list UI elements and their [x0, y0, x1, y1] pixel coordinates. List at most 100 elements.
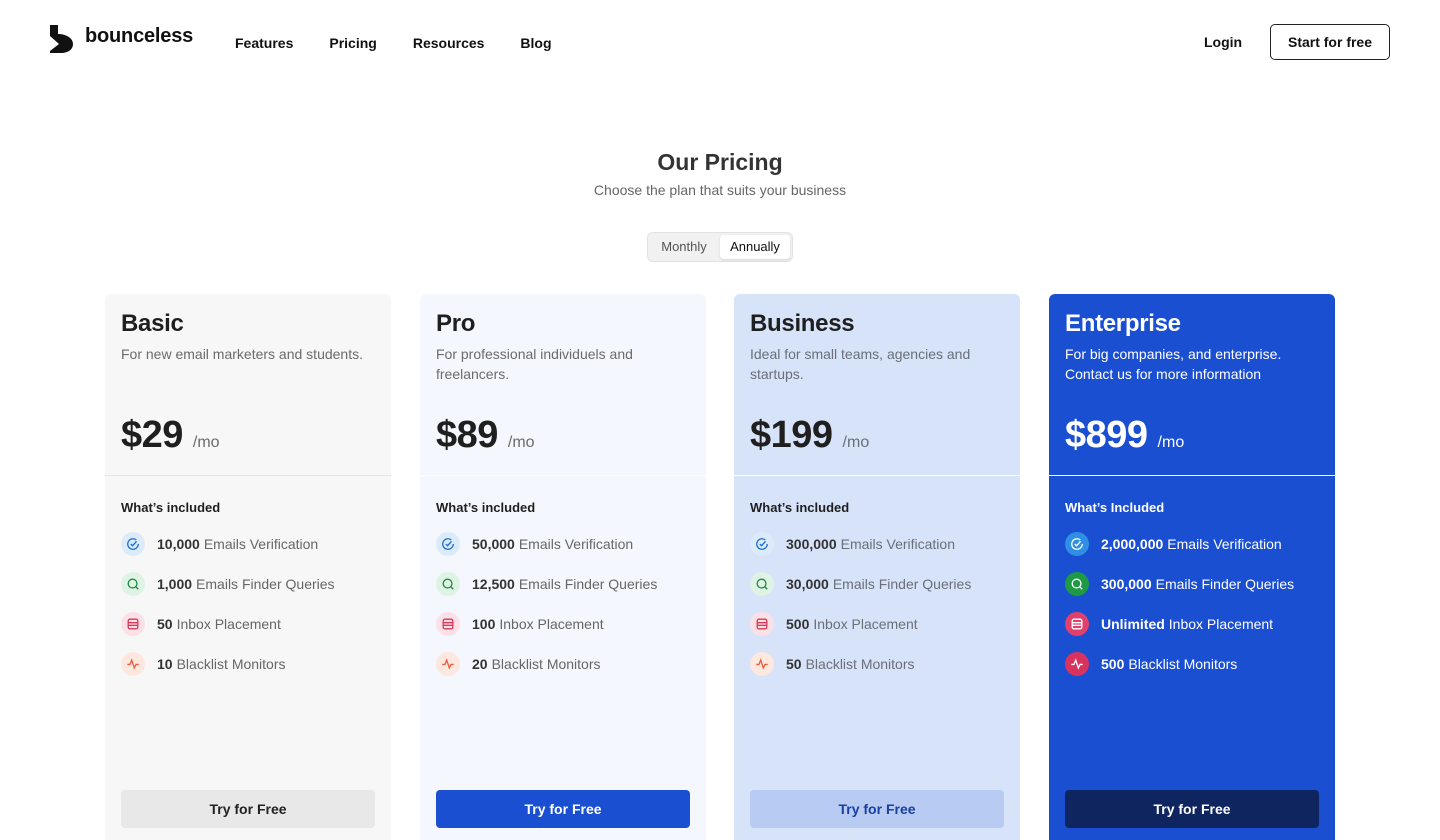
feature-item: 300,000 Emails Verification [750, 532, 1004, 556]
included-heading: What’s Included [1065, 500, 1165, 515]
feature-item: 30,000 Emails Finder Queries [750, 572, 1004, 596]
search-icon [750, 572, 774, 596]
feature-item: 50 Inbox Placement [121, 612, 375, 636]
page-subtitle: Choose the plan that suits your business [593, 182, 847, 198]
server-icon [436, 612, 460, 636]
feature-value: 300,000 [786, 536, 837, 552]
brand-logo[interactable]: bounceless [50, 25, 193, 53]
billing-toggle: Monthly Annually [647, 232, 793, 262]
server-icon [750, 612, 774, 636]
feature-value: 1,000 [157, 576, 193, 592]
brand-name: bounceless [85, 25, 194, 47]
feature-value: 100 [472, 616, 496, 632]
plan-period: /mo [1157, 434, 1185, 451]
feature-item: 50 Blacklist Monitors [750, 652, 1004, 676]
feature-label: Emails Verification [1167, 536, 1282, 552]
activity-icon [1065, 652, 1089, 676]
feature-item: 100 Inbox Placement [436, 612, 690, 636]
feature-label: Emails Finder Queries [832, 576, 972, 592]
feature-value: 10,000 [157, 536, 200, 552]
feature-item: Unlimited Inbox Placement [1065, 612, 1319, 636]
search-icon [121, 572, 145, 596]
check-circle-icon [436, 532, 460, 556]
plan-price: $29 [121, 414, 183, 456]
feature-value: 20 [472, 656, 488, 672]
feature-list: 2,000,000 Emails Verification 300,000 Em… [1049, 516, 1335, 676]
plan-header: Business Ideal for small teams, agencies… [734, 294, 1020, 476]
feature-value: 50 [786, 656, 802, 672]
plan-card-basic: Basic For new email marketers and studen… [105, 294, 391, 840]
plan-period: /mo [507, 434, 535, 451]
plan-card-pro: Pro For professional individuels and fre… [420, 294, 706, 840]
feature-value: 50 [157, 616, 173, 632]
plan-header: Basic For new email marketers and studen… [105, 294, 391, 476]
plan-description: Ideal for small teams, agencies and star… [750, 346, 971, 382]
plan-description: For professional individuels and freelan… [436, 346, 633, 382]
plan-price-row: $29 /mo [121, 413, 375, 457]
feature-value: 30,000 [786, 576, 829, 592]
try-for-free-button-enterprise[interactable]: Try for Free [1065, 790, 1319, 828]
feature-item: 50,000 Emails Verification [436, 532, 690, 556]
feature-item: 500 Inbox Placement [750, 612, 1004, 636]
feature-label: Inbox Placement [499, 616, 604, 632]
nav-resources[interactable]: Resources [413, 34, 485, 52]
feature-list: 50,000 Emails Verification 12,500 Emails… [420, 516, 706, 676]
feature-label: Blacklist Monitors [491, 656, 601, 672]
billing-annually-option[interactable]: Annually [720, 235, 790, 259]
try-for-free-button-pro[interactable]: Try for Free [436, 790, 690, 828]
plan-price: $199 [750, 414, 833, 456]
site-header: bounceless Features Pricing Resources Bl… [0, 0, 1440, 84]
feature-label: Emails Verification [518, 536, 634, 552]
feature-item: 20 Blacklist Monitors [436, 652, 690, 676]
plan-header: Enterprise For big companies, and enterp… [1049, 294, 1335, 476]
feature-value: 10 [157, 656, 173, 672]
plan-description: For new email marketers and students. [121, 346, 363, 362]
check-circle-icon [1065, 532, 1089, 556]
feature-item: 300,000 Emails Finder Queries [1065, 572, 1319, 596]
nav-blog[interactable]: Blog [520, 34, 551, 52]
plan-card-enterprise: Enterprise For big companies, and enterp… [1049, 294, 1335, 840]
feature-list: 10,000 Emails Verification 1,000 Emails … [105, 516, 391, 676]
plan-name: Pro [436, 310, 476, 337]
try-for-free-button-basic[interactable]: Try for Free [121, 790, 375, 828]
included-heading: What’s included [121, 500, 221, 515]
feature-label: Emails Finder Queries [196, 576, 335, 592]
search-icon [436, 572, 460, 596]
plan-header: Pro For professional individuels and fre… [420, 294, 706, 476]
plan-price: $89 [436, 414, 498, 456]
feature-value: 50,000 [472, 536, 515, 552]
plan-price-row: $899 /mo [1065, 413, 1319, 457]
plan-period: /mo [842, 434, 870, 451]
feature-value: 500 [786, 616, 810, 632]
check-circle-icon [121, 532, 145, 556]
activity-icon [121, 652, 145, 676]
feature-value: 500 [1101, 656, 1125, 672]
feature-item: 1,000 Emails Finder Queries [121, 572, 375, 596]
activity-icon [436, 652, 460, 676]
feature-label: Emails Verification [203, 536, 319, 552]
plan-name: Enterprise [1065, 310, 1181, 337]
feature-value: 12,500 [472, 576, 515, 592]
plan-name: Business [750, 310, 855, 337]
login-link[interactable]: Login [1204, 33, 1242, 51]
nav-pricing[interactable]: Pricing [329, 34, 376, 52]
server-icon [121, 612, 145, 636]
feature-item: 12,500 Emails Finder Queries [436, 572, 690, 596]
feature-label: Blacklist Monitors [805, 656, 915, 672]
feature-label: Emails Verification [840, 536, 955, 552]
feature-item: 10,000 Emails Verification [121, 532, 375, 556]
plan-name: Basic [121, 310, 184, 337]
feature-value: 2,000,000 [1101, 536, 1164, 552]
feature-item: 10 Blacklist Monitors [121, 652, 375, 676]
feature-value: Unlimited [1101, 616, 1165, 632]
plan-price-row: $89 /mo [436, 413, 690, 457]
start-for-free-button[interactable]: Start for free [1270, 24, 1390, 60]
try-for-free-button-business[interactable]: Try for Free [750, 790, 1004, 828]
plan-description: For big companies, and enterprise. Conta… [1065, 346, 1282, 382]
plan-price: $899 [1065, 414, 1148, 456]
billing-monthly-option[interactable]: Monthly [650, 235, 718, 259]
activity-icon [750, 652, 774, 676]
nav-features[interactable]: Features [235, 34, 293, 52]
plan-period: /mo [192, 434, 220, 451]
feature-label: Inbox Placement [813, 616, 918, 632]
